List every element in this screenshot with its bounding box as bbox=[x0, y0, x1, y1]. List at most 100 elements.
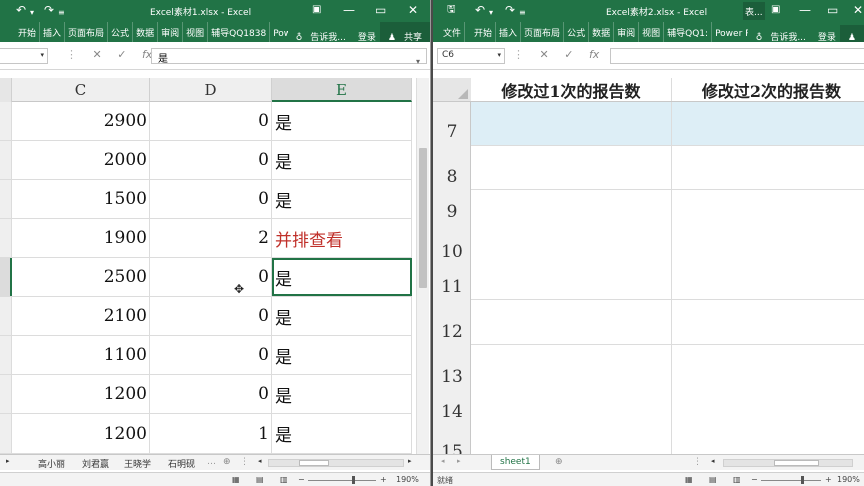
cell-c[interactable]: 2500 bbox=[12, 258, 150, 296]
cell-c[interactable]: 2900 bbox=[12, 102, 150, 140]
cell-e[interactable]: 是 bbox=[272, 297, 412, 335]
formula-input[interactable] bbox=[610, 48, 864, 64]
scroll-tabs-right-icon[interactable]: ▸ bbox=[6, 457, 10, 465]
normal-view-icon[interactable]: ▦ bbox=[232, 475, 240, 484]
cell-e[interactable]: 是 bbox=[272, 375, 412, 413]
tab-review[interactable]: 审阅 bbox=[614, 22, 640, 43]
zoom-slider[interactable] bbox=[761, 480, 821, 481]
expand-formula-icon[interactable]: ▾ bbox=[416, 57, 420, 66]
sheet-tab[interactable]: 王晓学 bbox=[124, 457, 151, 470]
cell-d[interactable]: 0 bbox=[150, 141, 272, 179]
row-number[interactable]: 8 bbox=[433, 167, 471, 187]
cell-e-highlight[interactable]: 并排查看 bbox=[272, 219, 412, 257]
row-header[interactable] bbox=[0, 375, 12, 413]
cell-d[interactable]: 0 bbox=[150, 102, 272, 140]
cell[interactable] bbox=[672, 190, 864, 299]
cell-c[interactable]: 1500 bbox=[12, 180, 150, 218]
tab-formulas[interactable]: 公式 bbox=[108, 22, 134, 43]
select-all-corner[interactable] bbox=[433, 78, 471, 102]
minimize-button[interactable]: — bbox=[799, 3, 811, 17]
tab-data[interactable]: 数据 bbox=[133, 22, 159, 43]
cell-e[interactable]: 是 bbox=[272, 102, 412, 140]
cell-c[interactable]: 1900 bbox=[12, 219, 150, 257]
tab-home[interactable]: 开始 bbox=[471, 22, 497, 43]
tab-page-layout[interactable]: 页面布局 bbox=[65, 22, 109, 43]
horizontal-scrollbar[interactable] bbox=[268, 459, 404, 467]
tab-addin[interactable]: 辅导QQ1838 bbox=[208, 22, 271, 43]
save-icon[interactable]: 🖫 bbox=[447, 3, 456, 17]
header-cell[interactable]: 修改过2次的报告数 bbox=[672, 78, 864, 101]
scroll-tabs-left-icon[interactable]: ◂ bbox=[441, 457, 445, 465]
sheet-tab-active[interactable]: sheet1 bbox=[491, 455, 540, 470]
name-box[interactable]: ▾ bbox=[0, 48, 48, 64]
zoom-out-icon[interactable]: − bbox=[751, 475, 758, 484]
enter-icon[interactable]: ✓ bbox=[564, 48, 573, 61]
redo-icon[interactable]: ↷ bbox=[44, 3, 54, 17]
cell-c[interactable]: 2100 bbox=[12, 297, 150, 335]
horizontal-scrollbar[interactable] bbox=[723, 459, 853, 467]
row-number[interactable]: 12 bbox=[433, 322, 471, 342]
tab-addin[interactable]: 辅导QQ1: bbox=[664, 22, 713, 43]
add-sheet-icon[interactable]: ⊕ bbox=[555, 457, 563, 467]
formula-input[interactable]: 是 ▾ bbox=[151, 48, 427, 66]
cell-c[interactable]: 1100 bbox=[12, 336, 150, 374]
scroll-left-icon[interactable]: ◂ bbox=[711, 457, 715, 465]
redo-icon[interactable]: ↷ bbox=[505, 3, 515, 17]
select-all-corner[interactable] bbox=[0, 78, 12, 102]
tab-data[interactable]: 数据 bbox=[589, 22, 615, 43]
cell-c[interactable]: 2000 bbox=[12, 141, 150, 179]
vertical-scrollbar[interactable] bbox=[416, 78, 429, 454]
zoom-level[interactable]: 190% bbox=[396, 475, 419, 484]
cell-d[interactable]: 2 bbox=[150, 219, 272, 257]
row-number[interactable]: 13 bbox=[433, 367, 471, 387]
scroll-left-icon[interactable]: ◂ bbox=[258, 457, 262, 465]
zoom-in-icon[interactable]: + bbox=[380, 475, 387, 484]
cell[interactable] bbox=[672, 146, 864, 189]
sheet-tab[interactable]: 石明砚 bbox=[168, 457, 195, 470]
cell-e[interactable]: 是 bbox=[272, 141, 412, 179]
tab-formulas[interactable]: 公式 bbox=[564, 22, 590, 43]
cell-d[interactable]: 0 bbox=[150, 336, 272, 374]
more-tabs-icon[interactable]: … bbox=[207, 457, 216, 467]
name-box[interactable]: C6 ▾ bbox=[437, 48, 505, 64]
close-button[interactable]: ✕ bbox=[408, 3, 418, 17]
cancel-icon[interactable]: ✕ bbox=[93, 48, 102, 61]
column-header-d[interactable]: D bbox=[150, 78, 272, 102]
tab-file[interactable]: 文件 bbox=[433, 22, 466, 43]
row-header[interactable] bbox=[0, 414, 12, 453]
scroll-tabs-right-icon[interactable]: ▸ bbox=[457, 457, 461, 465]
sheet-tab[interactable]: 刘君赢 bbox=[82, 457, 109, 470]
cell[interactable] bbox=[672, 345, 864, 454]
minimize-button[interactable]: — bbox=[343, 3, 355, 17]
close-button[interactable]: ✕ bbox=[853, 3, 863, 17]
cell[interactable] bbox=[672, 300, 864, 344]
cell-c[interactable]: 1200 bbox=[12, 375, 150, 413]
add-sheet-icon[interactable]: ⊕ bbox=[223, 457, 231, 467]
row-number[interactable]: 11 bbox=[433, 277, 471, 297]
row-header[interactable] bbox=[0, 180, 12, 218]
row-header[interactable] bbox=[0, 219, 12, 257]
cell-d[interactable]: 0 bbox=[150, 297, 272, 335]
zoom-out-icon[interactable]: − bbox=[298, 475, 305, 484]
undo-dropdown-icon[interactable]: ▾ bbox=[30, 6, 34, 20]
row-number[interactable]: 14 bbox=[433, 402, 471, 422]
cell[interactable] bbox=[471, 102, 672, 145]
row-header[interactable] bbox=[0, 336, 12, 374]
cell-d[interactable]: 0 bbox=[150, 258, 272, 296]
cell[interactable] bbox=[471, 146, 672, 189]
cell[interactable] bbox=[672, 102, 864, 145]
cell-e[interactable]: 是 bbox=[272, 414, 412, 453]
restore-button[interactable]: ▭ bbox=[827, 3, 838, 17]
tab-view[interactable]: 视图 bbox=[639, 22, 665, 43]
chevron-down-icon[interactable]: ▾ bbox=[497, 51, 501, 59]
cell-e[interactable]: 是 bbox=[272, 180, 412, 218]
zoom-in-icon[interactable]: + bbox=[825, 475, 832, 484]
hscroll-thumb[interactable] bbox=[299, 460, 329, 466]
cell-d[interactable]: 1 bbox=[150, 414, 272, 453]
ribbon-display-icon[interactable]: ▣ bbox=[312, 3, 321, 17]
page-layout-view-icon[interactable]: ▤ bbox=[709, 475, 717, 484]
zoom-knob[interactable] bbox=[801, 476, 804, 484]
cell-d[interactable]: 0 bbox=[150, 180, 272, 218]
row-number[interactable]: 7 bbox=[433, 122, 471, 142]
undo-icon[interactable]: ↶ bbox=[475, 3, 485, 17]
